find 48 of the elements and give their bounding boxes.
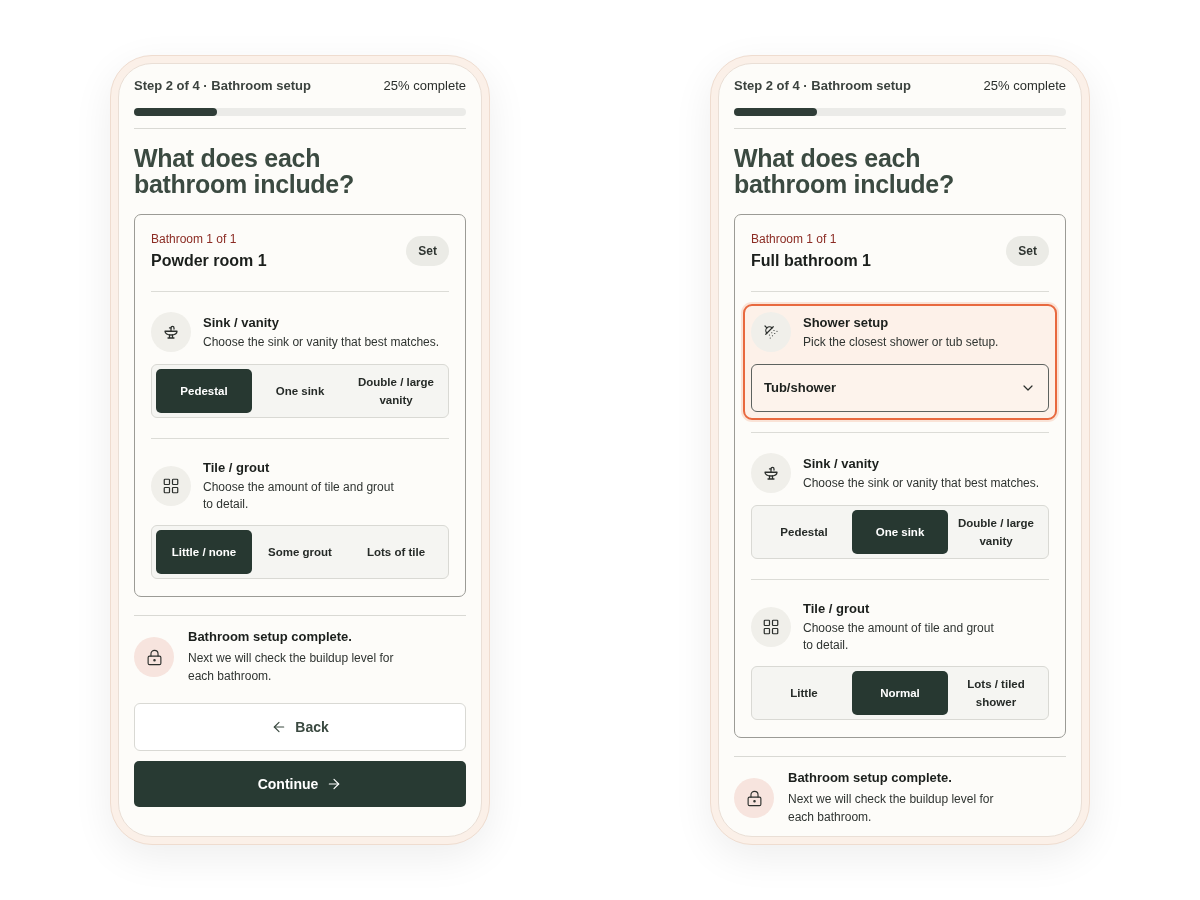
grid-icon: [751, 607, 791, 647]
option-button[interactable]: Some grout: [252, 530, 348, 574]
step-label: Step 2 of 4 · Bathroom setup: [134, 77, 311, 95]
section-description: Choose the amount of tile and grout to detail.: [803, 620, 995, 654]
page-heading: What does each bathroom include?: [734, 145, 955, 197]
progress-percent: 25% complete: [383, 77, 466, 95]
bathroom-counter: Bathroom 1 of 1: [751, 231, 838, 247]
set-button[interactable]: Set: [406, 236, 449, 266]
option-button[interactable]: One sink: [852, 510, 948, 554]
shower-head-icon: [751, 312, 791, 352]
bathroom-name: Powder room 1: [151, 251, 267, 271]
option-button[interactable]: Little: [756, 671, 852, 715]
option-button[interactable]: One sink: [252, 369, 348, 413]
continue-button[interactable]: Continue: [134, 761, 466, 807]
section-title: Tile / grout: [803, 600, 871, 618]
section-description: Pick the closest shower or tub setup.: [803, 333, 999, 351]
option-button[interactable]: Lots of tile: [348, 530, 444, 574]
section-description: Choose the amount of tile and grout to detail.: [203, 479, 395, 513]
step-label: Step 2 of 4 · Bathroom setup: [734, 77, 911, 95]
bathroom-counter: Bathroom 1 of 1: [151, 231, 238, 247]
section-title: Sink / vanity: [203, 313, 280, 332]
sink-icon: [151, 312, 191, 352]
option-button[interactable]: Double / large vanity: [948, 510, 1044, 554]
notice-text: Next we will check the buildup level for each bathroom.: [188, 650, 395, 685]
section-title: Shower setup: [803, 313, 890, 332]
dropdown-field[interactable]: Tub/shower: [751, 364, 1049, 412]
option-button[interactable]: Little / none: [156, 530, 252, 574]
option-button[interactable]: Double / large vanity: [348, 369, 444, 413]
notice-text: Next we will check the buildup level for each bathroom.: [788, 791, 995, 826]
lock-icon: [734, 778, 774, 818]
section-title: Sink / vanity: [803, 454, 880, 473]
option-button[interactable]: Pedestal: [756, 510, 852, 554]
notice-title: Bathroom setup complete.: [188, 629, 353, 645]
option-button[interactable]: Pedestal: [156, 369, 252, 413]
section-description: Choose the sink or vanity that best matches.: [203, 333, 440, 351]
grid-icon: [151, 466, 191, 506]
section-title: Tile / grout: [203, 459, 271, 477]
set-button[interactable]: Set: [1006, 236, 1049, 266]
page-heading: What does each bathroom include?: [134, 145, 355, 197]
notice-title: Bathroom setup complete.: [788, 770, 953, 786]
bathroom-name: Full bathroom 1: [751, 251, 871, 271]
option-button[interactable]: Normal: [852, 671, 948, 715]
progress-percent: 25% complete: [983, 77, 1066, 95]
option-button[interactable]: Lots / tiled shower: [948, 671, 1044, 715]
back-button[interactable]: Back: [134, 703, 466, 751]
lock-icon: [134, 637, 174, 677]
sink-icon: [751, 453, 791, 493]
section-description: Choose the sink or vanity that best matches.: [803, 474, 1040, 492]
